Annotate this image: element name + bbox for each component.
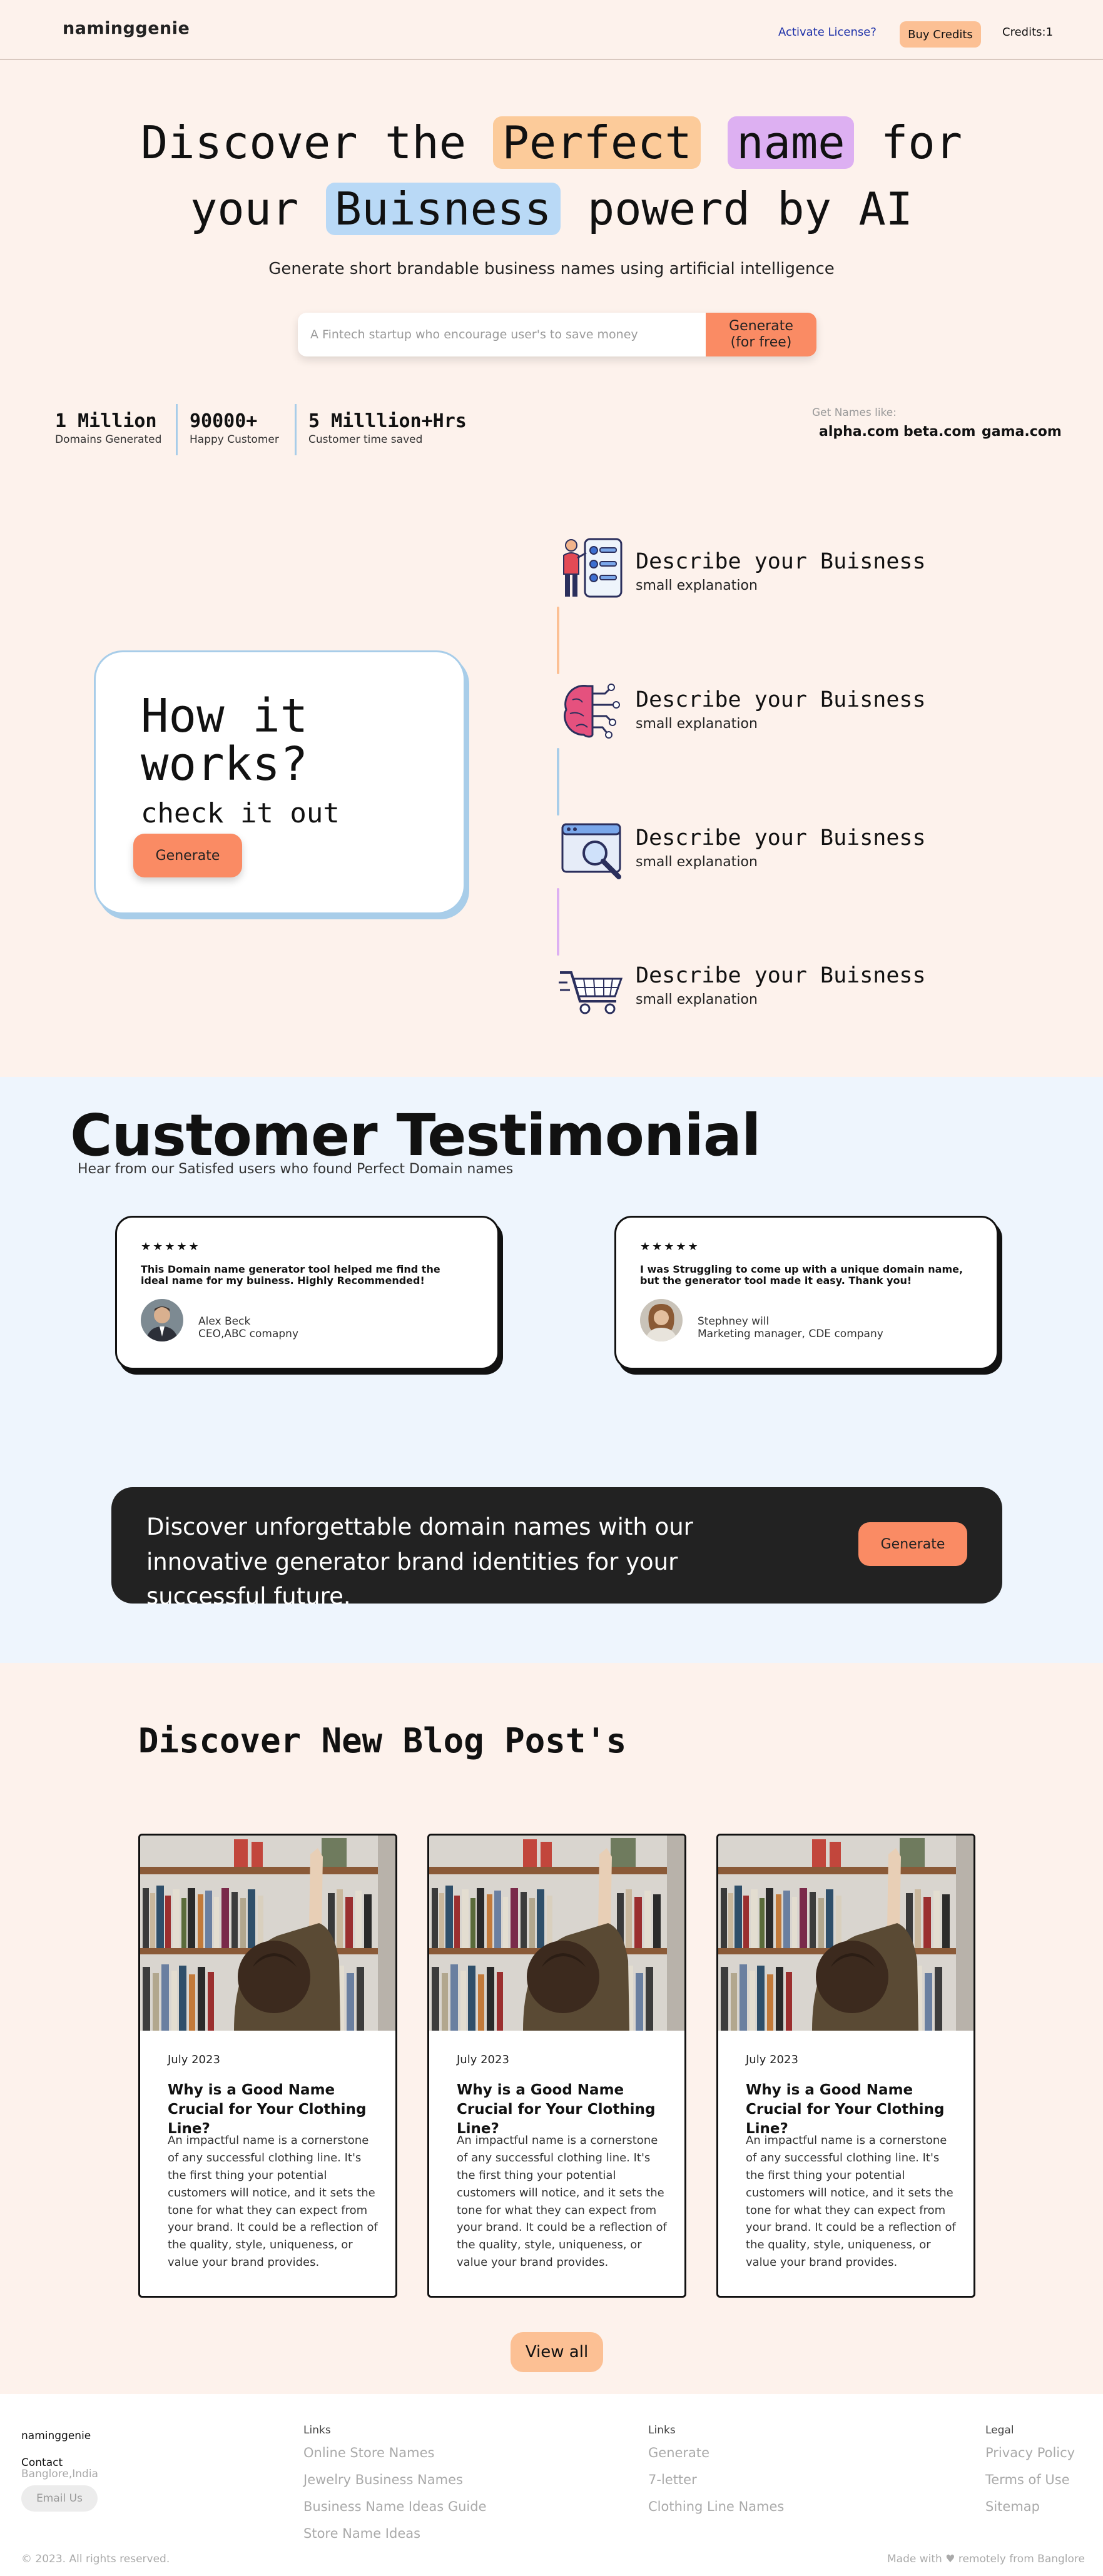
cta-banner: Discover unforgettable domain names with… bbox=[111, 1487, 1002, 1610]
stat-divider bbox=[295, 404, 297, 455]
testimonial-quote: I was Struggling to come up with a uniqu… bbox=[640, 1263, 963, 1287]
generate-free-button[interactable]: Generate (for free) bbox=[706, 313, 816, 356]
blog-title[interactable]: Why is a Good Name Crucial for Your Clot… bbox=[746, 2081, 958, 2139]
blog-section-title: Discover New Blog Post's bbox=[138, 1721, 627, 1760]
blog-title[interactable]: Why is a Good Name Crucial for Your Clot… bbox=[457, 2081, 669, 2139]
highlight-perfect: Perfect bbox=[493, 116, 701, 169]
example-name[interactable]: gama.com bbox=[982, 424, 1062, 440]
testimonial-title: Customer Testimonial bbox=[70, 1102, 761, 1169]
logo[interactable]: naminggenie bbox=[63, 19, 190, 38]
made-with-text: Made with ♥ remotely from Banglore bbox=[887, 2553, 1085, 2565]
footer-link[interactable]: 7-letter bbox=[648, 2472, 697, 2487]
shopping-cart-icon bbox=[559, 971, 623, 1014]
rating-stars: ★★★★★ bbox=[640, 1240, 700, 1253]
footer-link[interactable]: Clothing Line Names bbox=[648, 2499, 784, 2514]
footer-brand: naminggenie bbox=[21, 2430, 91, 2442]
blog-image bbox=[718, 1836, 973, 2031]
blog-image bbox=[140, 1836, 395, 2031]
step-connector bbox=[557, 748, 559, 816]
footer-link[interactable]: Jewelry Business Names bbox=[303, 2472, 463, 2487]
stat-time-saved: 5 Milllion+Hrs Customer time saved bbox=[308, 410, 467, 446]
hero-title-line1: Discover the Perfect name for bbox=[140, 116, 963, 169]
blog-excerpt: An impactful name is a cornerstone of an… bbox=[746, 2134, 956, 2270]
testimonial-card: ★★★★★ This Domain name generator tool he… bbox=[115, 1216, 499, 1370]
footer-link[interactable]: Terms of Use bbox=[985, 2472, 1070, 2487]
business-description-input[interactable] bbox=[310, 313, 686, 356]
stat-customers: 90000+ Happy Customer bbox=[190, 410, 279, 446]
testimonial-card: ★★★★★ I was Struggling to come up with a… bbox=[614, 1216, 999, 1370]
example-name[interactable]: alpha.com bbox=[819, 424, 899, 440]
testimonial-quote: This Domain name generator tool helped m… bbox=[141, 1263, 440, 1287]
step-subtitle: small explanation bbox=[636, 854, 758, 870]
how-generate-button[interactable]: Generate bbox=[133, 834, 242, 877]
copyright: © 2023. All rights reserved. bbox=[21, 2553, 170, 2565]
blog-date: July 2023 bbox=[746, 2053, 798, 2066]
how-it-works-title: How it works? bbox=[141, 689, 308, 791]
hero-title-line2: your Buisness powerd by AI bbox=[190, 183, 913, 235]
footer: naminggenie Contact Banglore,India Email… bbox=[0, 2394, 1103, 2576]
email-us-button[interactable]: Email Us bbox=[21, 2485, 98, 2512]
blog-title[interactable]: Why is a Good Name Crucial for Your Clot… bbox=[168, 2081, 380, 2139]
blog-excerpt: An impactful name is a cornerstone of an… bbox=[168, 2134, 378, 2270]
blog-date: July 2023 bbox=[457, 2053, 509, 2066]
blog-image bbox=[429, 1836, 684, 2031]
stat-divider bbox=[176, 404, 178, 455]
step-connector bbox=[557, 888, 559, 956]
footer-link[interactable]: Store Name Ideas bbox=[303, 2526, 420, 2541]
step-subtitle: small explanation bbox=[636, 716, 758, 732]
highlight-name: name bbox=[728, 116, 854, 169]
step-connector bbox=[557, 607, 559, 674]
blog-card[interactable]: July 2023 Why is a Good Name Crucial for… bbox=[427, 1834, 686, 2298]
avatar bbox=[141, 1299, 183, 1341]
step-title: Describe your Buisness bbox=[636, 549, 926, 574]
step-subtitle: small explanation bbox=[636, 992, 758, 1008]
names-like-label: Get Names like: bbox=[812, 407, 897, 419]
presenter-checklist-icon bbox=[563, 538, 623, 598]
cta-text: Discover unforgettable domain names with… bbox=[146, 1513, 693, 1610]
rating-stars: ★★★★★ bbox=[141, 1240, 201, 1253]
footer-link[interactable]: Sitemap bbox=[985, 2499, 1040, 2514]
testimonial-author: Stephney will Marketing manager, CDE com… bbox=[698, 1315, 883, 1341]
testimonial-section: Customer Testimonial Hear from our Satis… bbox=[0, 1077, 1103, 1663]
footer-col-heading: Links bbox=[648, 2424, 676, 2437]
view-all-button[interactable]: View all bbox=[511, 2332, 603, 2372]
stat-domains: 1 Million Domains Generated bbox=[55, 410, 162, 446]
step-title: Describe your Buisness bbox=[636, 963, 926, 988]
footer-link[interactable]: Privacy Policy bbox=[985, 2445, 1075, 2460]
testimonial-author: Alex Beck CEO,ABC comapny bbox=[198, 1315, 299, 1341]
step-title: Describe your Buisness bbox=[636, 826, 926, 851]
example-name[interactable]: beta.com bbox=[903, 424, 975, 440]
footer-location: Banglore,India bbox=[21, 2468, 98, 2480]
blog-excerpt: An impactful name is a cornerstone of an… bbox=[457, 2134, 667, 2270]
blog-card[interactable]: July 2023 Why is a Good Name Crucial for… bbox=[138, 1834, 397, 2298]
search-bar: Generate (for free) bbox=[298, 313, 816, 356]
highlight-buisness: Buisness bbox=[325, 183, 561, 235]
buy-credits-button[interactable]: Buy Credits bbox=[900, 21, 981, 48]
footer-col-heading: Legal bbox=[985, 2424, 1014, 2437]
activate-license-link[interactable]: Activate License? bbox=[778, 26, 877, 39]
how-it-works-subtitle: check it out bbox=[141, 797, 340, 829]
footer-contact-label: Contact bbox=[21, 2457, 63, 2469]
avatar bbox=[640, 1299, 683, 1341]
footer-link[interactable]: Business Name Ideas Guide bbox=[303, 2499, 487, 2514]
browser-search-icon bbox=[561, 823, 621, 879]
blog-card[interactable]: July 2023 Why is a Good Name Crucial for… bbox=[716, 1834, 975, 2298]
credits-counter: Credits:1 bbox=[1002, 26, 1054, 39]
how-it-works-card: How it works? check it out Generate bbox=[94, 650, 465, 914]
hero-subtitle: Generate short brandable business names … bbox=[268, 260, 835, 278]
brain-circuit-icon bbox=[564, 684, 620, 739]
footer-link[interactable]: Generate bbox=[648, 2445, 709, 2460]
footer-col-heading: Links bbox=[303, 2424, 331, 2437]
testimonial-subtitle: Hear from our Satisfed users who found P… bbox=[78, 1161, 514, 1177]
footer-link[interactable]: Online Store Names bbox=[303, 2445, 435, 2460]
blog-date: July 2023 bbox=[168, 2053, 220, 2066]
cta-generate-button[interactable]: Generate bbox=[858, 1522, 967, 1566]
top-navbar: naminggenie Activate License? Buy Credit… bbox=[0, 0, 1103, 60]
step-title: Describe your Buisness bbox=[636, 687, 926, 712]
step-subtitle: small explanation bbox=[636, 578, 758, 593]
